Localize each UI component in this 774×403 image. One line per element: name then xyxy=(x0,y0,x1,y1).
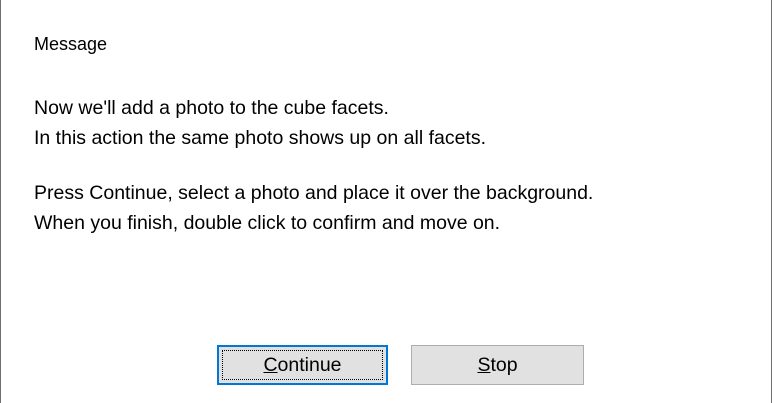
stop-label-rest: top xyxy=(490,353,518,376)
stop-button[interactable]: Stop xyxy=(411,345,584,385)
message-line-4: When you finish, double click to confirm… xyxy=(34,212,501,234)
message-body: Now we'll add a photo to the cube facets… xyxy=(34,93,593,238)
continue-button[interactable]: Continue xyxy=(217,345,388,385)
stop-label: Stop xyxy=(477,354,517,377)
stop-mnemonic: S xyxy=(477,353,491,376)
continue-label-rest: ontinue xyxy=(277,353,342,376)
continue-mnemonic: C xyxy=(263,353,278,376)
message-line-2: In this action the same photo shows up o… xyxy=(34,127,487,149)
continue-label: Continue xyxy=(263,354,341,377)
message-dialog: Message Now we'll add a photo to the cub… xyxy=(0,0,772,403)
dialog-title: Message xyxy=(34,34,108,54)
message-line-1: Now we'll add a photo to the cube facets… xyxy=(34,97,389,119)
message-line-3: Press Continue, select a photo and place… xyxy=(34,182,594,204)
